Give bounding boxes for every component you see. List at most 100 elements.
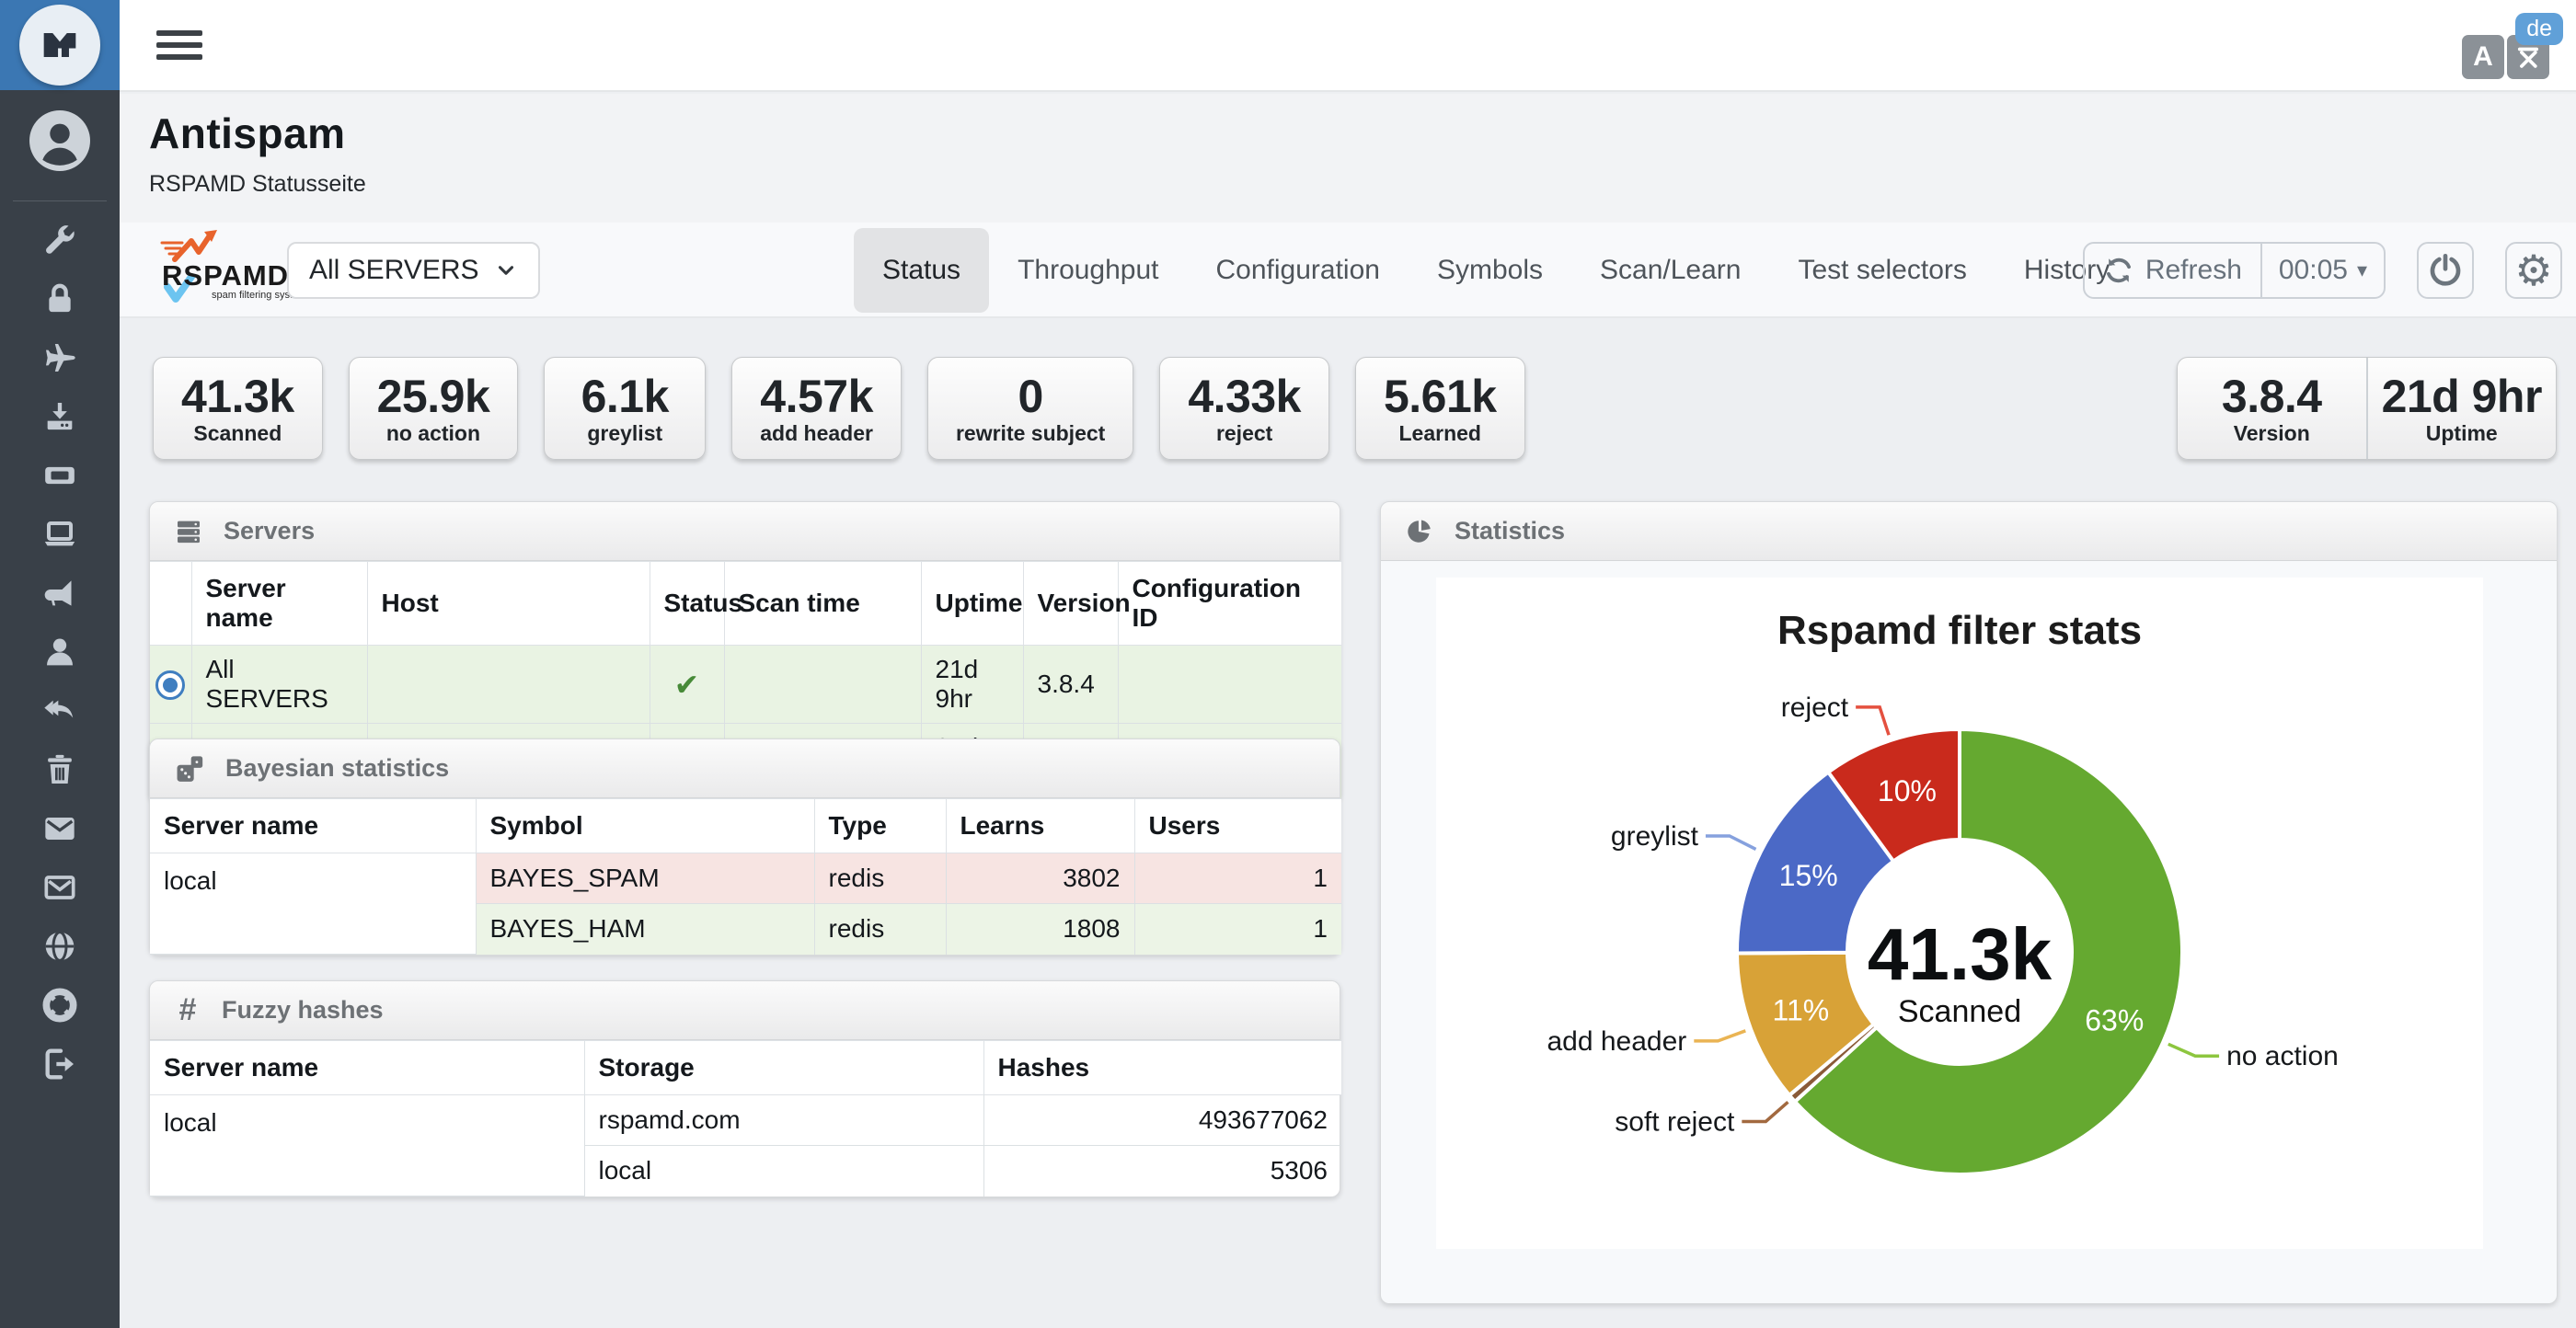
stat-cards-row: 41.3kScanned25.9kno action6.1kgreylist4.… <box>153 357 1525 460</box>
stat-value: 4.33k <box>1188 372 1301 421</box>
stat-label: greylist <box>587 421 662 446</box>
slice-label-no-action: no action <box>2226 1041 2339 1071</box>
lock-icon[interactable] <box>40 280 80 317</box>
refresh-interval-dropdown[interactable]: 00:05 ▾ <box>2260 244 2384 297</box>
stat-value: 5.61k <box>1384 372 1497 421</box>
bayes-symbol: BAYES_HAM <box>476 904 814 955</box>
sidebar <box>0 0 120 1328</box>
ticket-icon[interactable] <box>40 457 80 494</box>
col-server-name: Server name <box>150 1041 584 1095</box>
stat-card-rewrite-subject: 0rewrite subject <box>927 357 1133 460</box>
fuzzy-panel-header: # Fuzzy hashes <box>150 981 1340 1040</box>
stat-card-learned: 5.61kLearned <box>1355 357 1525 460</box>
stat-value: 41.3k <box>181 372 294 421</box>
svg-text:RSPAMD: RSPAMD <box>162 259 289 292</box>
slice-label-reject: reject <box>1781 693 1849 723</box>
tab-test-selectors[interactable]: Test selectors <box>1769 228 1995 313</box>
slice-pct-greylist: 15% <box>1779 859 1838 892</box>
slice-pct-add-header: 11% <box>1773 994 1830 1027</box>
fuzzy-hashes: 493677062 <box>983 1095 1341 1146</box>
col-learns: Learns <box>946 799 1134 853</box>
col-radio <box>150 562 191 646</box>
fuzzy-row: local rspamd.com 493677062 <box>150 1095 1341 1146</box>
stat-card-no-action: 25.9kno action <box>349 357 519 460</box>
tab-configuration[interactable]: Configuration <box>1188 228 1409 313</box>
page-subtitle: RSPAMD Statusseite <box>149 171 2576 198</box>
server-row-all: All SERVERS ✔ 21d 9hr 3.8.4 <box>150 646 1341 724</box>
user-icon[interactable] <box>40 634 80 670</box>
envelope-open-icon[interactable] <box>40 869 80 906</box>
dice-icon <box>174 753 205 784</box>
col-scan-time: Scan time <box>724 562 921 646</box>
fuzzy-panel: # Fuzzy hashes Server name Storage Hashe… <box>149 980 1340 1197</box>
refresh-interval-value: 00:05 <box>2279 255 2348 286</box>
server-radio-all[interactable] <box>155 670 185 700</box>
bayes-learns: 3802 <box>946 853 1134 904</box>
app-logo[interactable] <box>0 0 120 90</box>
server-select-dropdown[interactable]: All SERVERS <box>287 242 540 299</box>
settings-button[interactable]: ⚙ <box>2505 242 2562 299</box>
server-uptime: 21d 9hr <box>921 646 1023 724</box>
translate-a-icon: A <box>2462 35 2504 79</box>
shutdown-button[interactable] <box>2417 242 2474 299</box>
page-title: Antispam <box>149 109 2576 158</box>
col-config-id: Configuration ID <box>1118 562 1341 646</box>
main-content: 41.3kScanned25.9kno action6.1kgreylist4.… <box>120 318 2576 1328</box>
bayes-users: 1 <box>1134 853 1341 904</box>
bayes-row-spam: local BAYES_SPAM redis 3802 1 <box>150 853 1341 904</box>
mailcow-logo-icon <box>19 5 100 86</box>
envelope-icon[interactable] <box>40 810 80 847</box>
tab-scan-learn[interactable]: Scan/Learn <box>1571 228 1769 313</box>
version-label: Version <box>2234 421 2310 446</box>
hash-icon: # <box>174 992 201 1028</box>
bullhorn-icon[interactable] <box>40 575 80 612</box>
life-ring-icon[interactable] <box>40 987 80 1024</box>
laptop-icon[interactable] <box>40 516 80 553</box>
trash-icon[interactable] <box>40 751 80 788</box>
user-avatar[interactable] <box>29 110 90 171</box>
refresh-button[interactable]: Refresh <box>2085 244 2260 297</box>
slice-leader-line-add-header <box>1694 1031 1745 1041</box>
stat-value: 6.1k <box>581 372 669 421</box>
statistics-panel-header: Statistics <box>1381 502 2557 561</box>
slice-leader-line-greylist <box>1706 836 1756 849</box>
bayes-panel-title: Bayesian statistics <box>225 754 449 783</box>
servers-icon <box>174 517 203 546</box>
bayes-type: redis <box>814 853 946 904</box>
slice-leader-line-no-action <box>2168 1044 2219 1056</box>
refresh-group: Refresh 00:05 ▾ <box>2083 242 2386 299</box>
refresh-icon <box>2103 255 2134 286</box>
col-server-name: Server name <box>150 799 476 853</box>
col-server-name: Server name <box>191 562 367 646</box>
stat-value: 4.57k <box>760 372 873 421</box>
wrench-icon[interactable] <box>40 222 80 258</box>
tab-symbols[interactable]: Symbols <box>1409 228 1571 313</box>
status-ok-icon: ✔ <box>674 667 700 703</box>
server-name: All SERVERS <box>191 646 367 724</box>
plane-icon[interactable] <box>40 339 80 376</box>
servers-panel-header: Servers <box>150 502 1340 561</box>
stat-label: add header <box>760 421 873 446</box>
translate-widget[interactable]: de A <box>2425 11 2563 85</box>
menu-toggle-icon[interactable] <box>156 30 202 62</box>
stat-value: 25.9k <box>377 372 490 421</box>
servers-panel-title: Servers <box>224 517 315 545</box>
globe-icon[interactable] <box>40 928 80 965</box>
tab-throughput[interactable]: Throughput <box>989 228 1187 313</box>
fuzzy-storage: rspamd.com <box>584 1095 983 1146</box>
col-status: Status <box>650 562 724 646</box>
server-version: 3.8.4 <box>1023 646 1118 724</box>
tab-status[interactable]: Status <box>854 228 989 313</box>
col-uptime: Uptime <box>921 562 1023 646</box>
toolbar-controls: Refresh 00:05 ▾ ⚙ <box>2083 242 2562 299</box>
fuzzy-server-name: local <box>150 1095 584 1196</box>
bayes-panel: Bayesian statistics Server name Symbol T… <box>149 738 1340 956</box>
download-icon[interactable] <box>40 398 80 435</box>
sign-out-icon[interactable] <box>40 1046 80 1082</box>
stat-label: Learned <box>1399 421 1481 446</box>
rspamd-logo: RSPAMD spam filtering system <box>155 228 302 313</box>
sidebar-divider <box>13 200 107 201</box>
bayes-users: 1 <box>1134 904 1341 955</box>
chart-center-value: 41.3k <box>1868 913 2053 995</box>
reply-all-icon[interactable] <box>40 693 80 729</box>
